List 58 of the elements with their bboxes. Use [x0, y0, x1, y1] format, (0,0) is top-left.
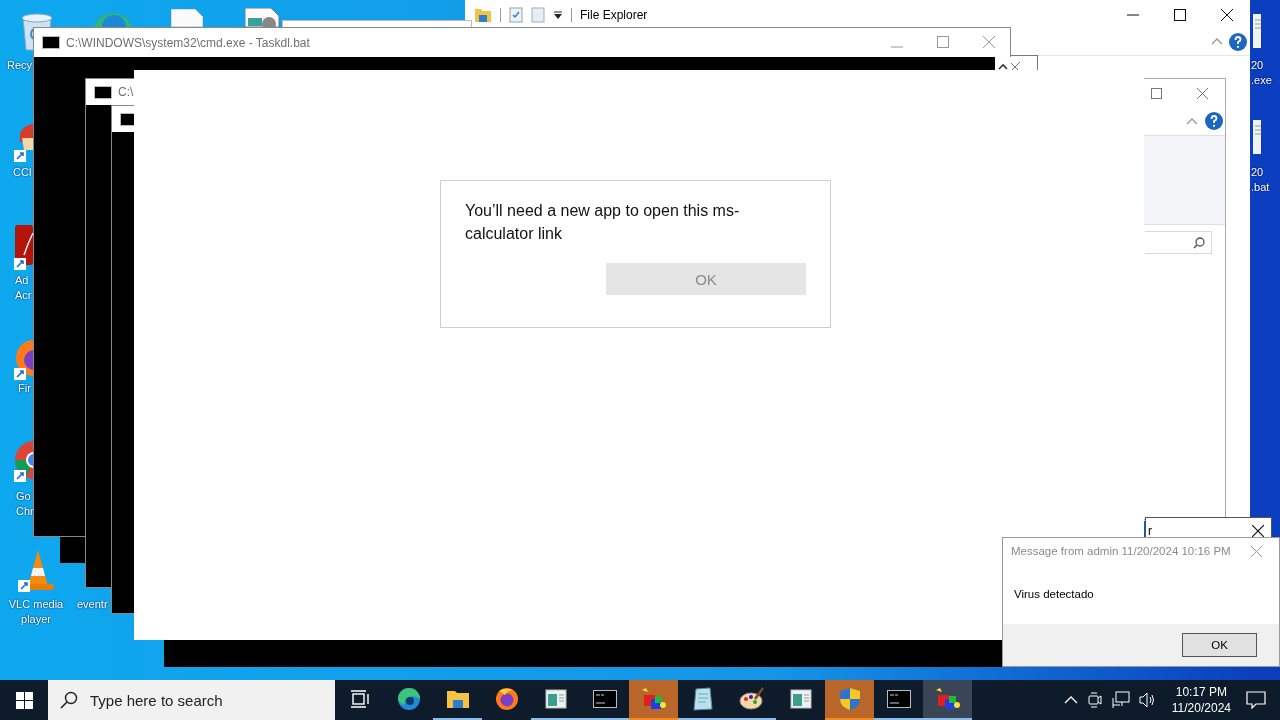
chevron-up-icon[interactable]	[1063, 695, 1078, 705]
notification-icon[interactable]	[1246, 691, 1266, 709]
clock[interactable]: 10:17 PM 11/20/2024	[1165, 684, 1237, 716]
volume-icon[interactable]	[1138, 692, 1157, 708]
window-title: File Explorer	[580, 8, 648, 22]
close-icon[interactable]	[1221, 9, 1233, 21]
document-icon[interactable]	[14, 225, 33, 271]
message-text: Virus detectado	[1014, 588, 1095, 600]
collapse-icon[interactable]	[1186, 117, 1198, 125]
help-icon[interactable]	[1229, 33, 1247, 51]
desktop-icon-label[interactable]: CCl	[13, 165, 32, 180]
search-icon	[60, 691, 78, 709]
shield-icon	[838, 687, 861, 711]
checklist-icon[interactable]	[509, 7, 523, 23]
window-title: C:\WINDOWS\system32\cmd.exe - Taskdl.bat	[66, 35, 310, 50]
windows-logo-icon	[15, 691, 33, 709]
edge-icon	[396, 687, 421, 711]
maximize-icon[interactable]	[1174, 9, 1186, 21]
camera-icon[interactable]	[1086, 691, 1103, 709]
search-input[interactable]: Type here to search	[88, 690, 312, 710]
search-icon	[1193, 236, 1205, 249]
desktop-icon-label[interactable]: Go Chr	[16, 489, 34, 519]
console-icon	[592, 690, 617, 708]
settings-file-icon[interactable]	[245, 8, 281, 27]
task-view-icon	[349, 690, 370, 708]
cubes-icon	[934, 687, 961, 711]
desktop-icon-label[interactable]: Fir	[18, 381, 31, 396]
notepad-icon	[691, 687, 714, 711]
desktop-icon-label[interactable]: VLC media player	[0, 597, 72, 627]
desktop-icon-label[interactable]: Recy	[7, 58, 33, 73]
ok-button[interactable]: OK	[1182, 633, 1257, 657]
window-text: r	[1148, 524, 1152, 538]
ok-button[interactable]: OK	[606, 263, 806, 295]
help-icon[interactable]	[1205, 112, 1223, 130]
cubes-icon	[640, 687, 667, 711]
window-title: Message from admin 11/20/2024 10:16 PM	[1011, 545, 1231, 557]
console-icon	[42, 36, 60, 49]
desktop-icon-label[interactable]: Ad Acr	[15, 273, 32, 303]
desktop-icon-label[interactable]: 20 .bat	[1251, 165, 1270, 195]
scroll-up-icon[interactable]	[998, 63, 1008, 70]
window-title: C:\	[118, 85, 134, 99]
collapse-icon[interactable]	[1211, 37, 1223, 45]
close-icon[interactable]	[1252, 525, 1264, 537]
caret-down-icon[interactable]	[553, 10, 563, 20]
console-icon	[94, 85, 112, 99]
console-icon	[886, 690, 911, 708]
firefox-icon	[494, 687, 519, 711]
folder-icon[interactable]	[474, 7, 492, 23]
dialog-message: You’ll need a new app to open this ms-calculator link	[465, 201, 741, 244]
desktop-icon-label[interactable]: 20 .exe	[1251, 58, 1272, 88]
app-window-icon	[789, 689, 812, 709]
paint-palette-icon	[738, 687, 765, 711]
folder-icon	[445, 689, 470, 709]
desktop-icon-label[interactable]: eventr	[77, 597, 108, 612]
search-field[interactable]	[1145, 231, 1212, 254]
search-bar[interactable]: Type here to search	[48, 680, 335, 720]
app-window-icon	[544, 689, 567, 709]
network-icon[interactable]	[1111, 691, 1130, 709]
